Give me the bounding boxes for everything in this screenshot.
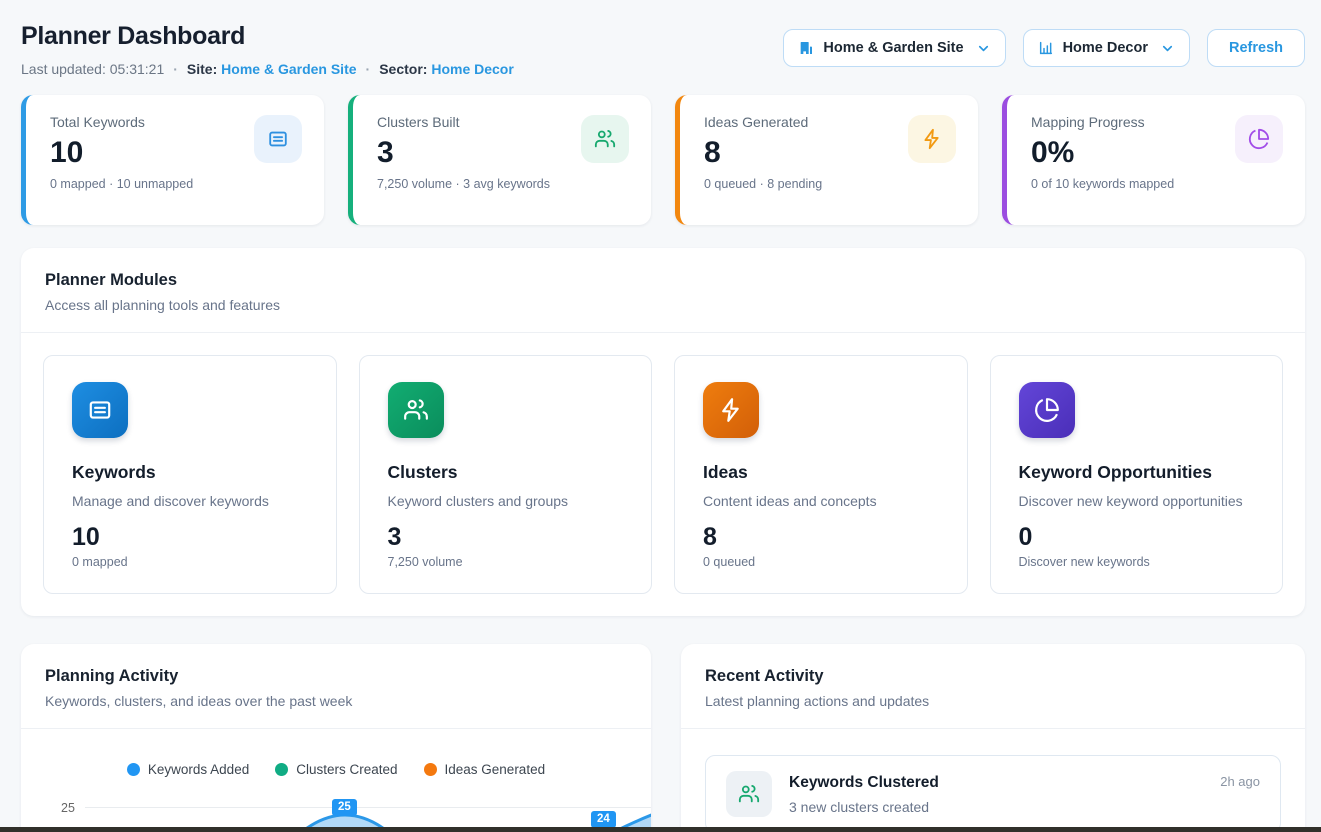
sector-selector-dropdown[interactable]: Home Decor — [1023, 29, 1190, 67]
data-point-label: 25 — [332, 799, 357, 816]
module-card-clusters[interactable]: Clusters Keyword clusters and groups 3 7… — [359, 355, 653, 594]
bottom-screen-edge-strip — [0, 827, 1321, 832]
chevron-down-icon — [1160, 41, 1175, 56]
list-icon — [72, 382, 128, 438]
module-description: Manage and discover keywords — [72, 493, 308, 509]
chevron-down-icon — [976, 41, 991, 56]
list-icon — [254, 115, 302, 163]
module-description: Content ideas and concepts — [703, 493, 939, 509]
users-icon — [388, 382, 444, 438]
module-subtext: Discover new keywords — [1019, 555, 1255, 569]
bolt-icon — [908, 115, 956, 163]
module-card-keywords[interactable]: Keywords Manage and discover keywords 10… — [43, 355, 337, 594]
module-subtext: 0 mapped — [72, 555, 308, 569]
site-selector-dropdown[interactable]: Home & Garden Site — [783, 29, 1005, 67]
module-value: 8 — [703, 523, 939, 552]
legend-dot-icon — [275, 763, 288, 776]
section-title: Planning Activity — [45, 667, 627, 686]
chart-legend: Keywords Added Clusters Created Ideas Ge… — [21, 762, 651, 777]
refresh-button[interactable]: Refresh — [1207, 29, 1305, 67]
planner-dashboard-page: Planner Dashboard Last updated: 05:31:21… — [0, 0, 1321, 832]
planner-modules-header: Planner Modules Access all planning tool… — [21, 248, 1305, 333]
users-icon — [581, 115, 629, 163]
sector-meta: Sector: Home Decor — [379, 61, 514, 77]
legend-item-ideas-generated[interactable]: Ideas Generated — [424, 762, 546, 777]
stat-card-ideas-generated: Ideas Generated 8 0 queued · 8 pending — [675, 95, 978, 225]
module-description: Discover new keyword opportunities — [1019, 493, 1255, 509]
header-controls: Home & Garden Site Home Decor Refresh — [783, 29, 1305, 67]
site-selector-label: Home & Garden Site — [823, 40, 963, 56]
module-title: Keywords — [72, 462, 308, 483]
activity-description: 3 new clusters created — [789, 799, 939, 815]
activity-title: Keywords Clustered — [789, 774, 939, 792]
site-meta: Site: Home & Garden Site — [187, 61, 357, 77]
site-link[interactable]: Home & Garden Site — [221, 61, 356, 77]
pie-chart-icon — [1019, 382, 1075, 438]
stats-row: Total Keywords 10 0 mapped · 10 unmapped… — [21, 95, 1305, 225]
section-title: Recent Activity — [705, 667, 1281, 686]
stat-subtext: 0 of 10 keywords mapped — [1031, 177, 1281, 191]
module-title: Ideas — [703, 462, 939, 483]
recent-activity-header: Recent Activity Latest planning actions … — [681, 644, 1305, 729]
stat-subtext: 0 queued · 8 pending — [704, 177, 954, 191]
module-value: 0 — [1019, 523, 1255, 552]
module-value: 3 — [388, 523, 624, 552]
stat-subtext: 0 mapped · 10 unmapped — [50, 177, 300, 191]
planning-activity-card: Planning Activity Keywords, clusters, an… — [21, 644, 651, 832]
module-subtext: 7,250 volume — [388, 555, 624, 569]
section-subtitle: Keywords, clusters, and ideas over the p… — [45, 693, 627, 709]
section-subtitle: Latest planning actions and updates — [705, 693, 1281, 709]
bar-chart-icon — [1038, 40, 1054, 56]
legend-dot-icon — [127, 763, 140, 776]
stat-card-mapping-progress: Mapping Progress 0% 0 of 10 keywords map… — [1002, 95, 1305, 225]
users-icon — [726, 771, 772, 817]
bolt-icon — [703, 382, 759, 438]
last-updated-text: Last updated: 05:31:21 — [21, 61, 164, 77]
building-icon — [798, 40, 814, 56]
legend-label: Clusters Created — [296, 762, 397, 777]
bottom-row: Planning Activity Keywords, clusters, an… — [21, 644, 1305, 832]
activity-item-keywords-clustered[interactable]: Keywords Clustered 3 new clusters create… — [705, 755, 1281, 832]
legend-label: Keywords Added — [148, 762, 249, 777]
module-title: Clusters — [388, 462, 624, 483]
module-subtext: 0 queued — [703, 555, 939, 569]
section-subtitle: Access all planning tools and features — [45, 297, 1281, 313]
data-point-label: 24 — [591, 811, 616, 828]
section-title: Planner Modules — [45, 271, 1281, 290]
module-card-keyword-opportunities[interactable]: Keyword Opportunities Discover new keywo… — [990, 355, 1284, 594]
modules-grid: Keywords Manage and discover keywords 10… — [21, 333, 1305, 616]
legend-item-clusters-created[interactable]: Clusters Created — [275, 762, 397, 777]
sector-link[interactable]: Home Decor — [431, 61, 513, 77]
meta-separator: · — [366, 61, 371, 77]
meta-separator: · — [173, 61, 178, 77]
module-description: Keyword clusters and groups — [388, 493, 624, 509]
last-updated-time: 05:31:21 — [110, 61, 165, 77]
legend-item-keywords-added[interactable]: Keywords Added — [127, 762, 249, 777]
activity-texts: Keywords Clustered 3 new clusters create… — [789, 771, 939, 815]
planner-modules-panel: Planner Modules Access all planning tool… — [21, 248, 1305, 616]
module-card-ideas[interactable]: Ideas Content ideas and concepts 8 0 que… — [674, 355, 968, 594]
stat-card-clusters-built: Clusters Built 3 7,250 volume · 3 avg ke… — [348, 95, 651, 225]
page-header: Planner Dashboard Last updated: 05:31:21… — [21, 0, 1305, 77]
module-value: 10 — [72, 523, 308, 552]
module-title: Keyword Opportunities — [1019, 462, 1255, 483]
stat-subtext: 7,250 volume · 3 avg keywords — [377, 177, 627, 191]
recent-activity-card: Recent Activity Latest planning actions … — [681, 644, 1305, 832]
activity-timestamp: 2h ago — [1220, 774, 1260, 789]
pie-chart-icon — [1235, 115, 1283, 163]
sector-selector-label: Home Decor — [1063, 40, 1148, 56]
planning-activity-header: Planning Activity Keywords, clusters, an… — [21, 644, 651, 729]
legend-dot-icon — [424, 763, 437, 776]
legend-label: Ideas Generated — [445, 762, 546, 777]
stat-card-total-keywords: Total Keywords 10 0 mapped · 10 unmapped — [21, 95, 324, 225]
